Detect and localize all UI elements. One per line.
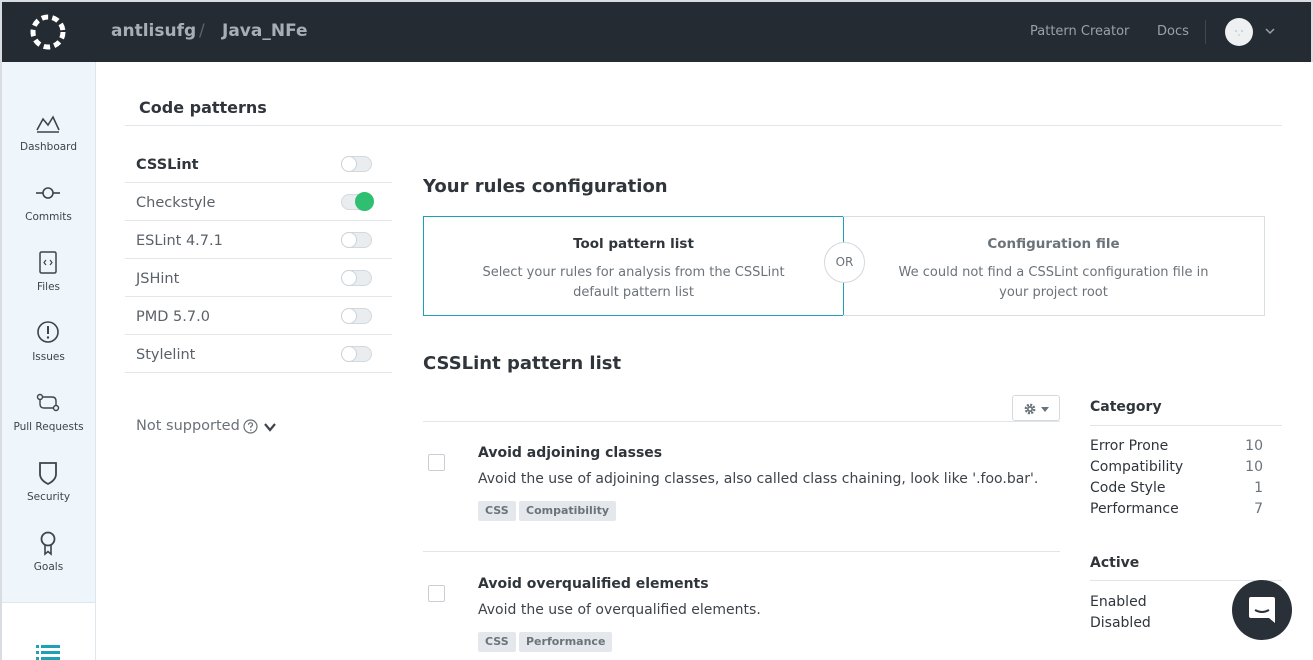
category-filter-code-style[interactable]: Code Style <box>1090 480 1165 496</box>
chevron-down-icon[interactable] <box>263 420 277 434</box>
sidebar-item-label: Goals <box>33 561 64 573</box>
pattern-checkbox[interactable] <box>428 585 445 602</box>
sidebar-item-label: Files <box>36 281 61 293</box>
category-count: 1 <box>1254 480 1263 496</box>
pattern-tag[interactable]: Performance <box>519 632 613 652</box>
avatar-face-icon <box>1235 30 1243 36</box>
top-bar: antlisufg / Java_NFe Pattern Creator Doc… <box>0 0 1313 62</box>
tool-toggle[interactable] <box>341 270 372 286</box>
or-badge: OR <box>824 242 865 283</box>
header-divider <box>1205 20 1206 44</box>
pattern-title: Avoid adjoining classes <box>478 445 663 461</box>
pattern-creator-link[interactable]: Pattern Creator <box>1030 24 1129 39</box>
divider <box>1090 425 1282 426</box>
sidebar-item-issues[interactable]: Issues <box>2 320 95 390</box>
sidebar-item-code-patterns[interactable] <box>2 602 95 660</box>
pattern-tag[interactable]: CSS <box>478 501 516 521</box>
breadcrumb-separator: / <box>199 21 205 41</box>
docs-link[interactable]: Docs <box>1157 24 1189 39</box>
gear-icon <box>1024 403 1036 415</box>
tool-name: Checkstyle <box>136 195 216 211</box>
option-title: Configuration file <box>987 236 1120 252</box>
category-count: 10 <box>1245 438 1263 454</box>
tool-item-checkstyle[interactable]: Checkstyle <box>125 183 392 221</box>
configuration-file-option[interactable]: Configuration file We could not find a C… <box>843 216 1265 316</box>
pattern-description: Avoid the use of adjoining classes, also… <box>478 471 1039 487</box>
active-filter-enabled[interactable]: Enabled <box>1090 594 1147 610</box>
tool-pattern-list-option[interactable]: Tool pattern list Select your rules for … <box>423 216 844 316</box>
alert-circle-icon <box>37 321 59 343</box>
tool-name: Stylelint <box>136 347 196 363</box>
tool-name: JSHint <box>136 271 180 287</box>
codacy-logo-icon[interactable] <box>28 12 68 52</box>
sidebar-item-label: Dashboard <box>20 141 77 153</box>
chart-icon <box>36 115 60 133</box>
active-filter-disabled[interactable]: Disabled <box>1090 615 1151 631</box>
sidebar-item-label: Security <box>26 491 71 503</box>
shield-icon <box>39 462 57 486</box>
tool-toggle[interactable] <box>341 346 372 362</box>
divider <box>125 125 1282 126</box>
commit-icon <box>36 187 60 199</box>
sidebar-item-label: Pull Requests <box>13 421 84 433</box>
category-filter-error-prone[interactable]: Error Prone <box>1090 438 1168 454</box>
settings-dropdown-button[interactable] <box>1012 395 1060 421</box>
sidebar-item-commits[interactable]: Commits <box>2 180 95 250</box>
sidebar-item-pull-requests[interactable]: Pull Requests <box>2 390 95 460</box>
chat-icon <box>1249 597 1275 623</box>
option-title: Tool pattern list <box>573 236 694 252</box>
category-heading: Category <box>1090 399 1162 415</box>
breadcrumb-repo[interactable]: Java_NFe <box>222 21 308 41</box>
option-description: Select your rules for analysis from the … <box>482 265 785 300</box>
option-description: We could not find a CSSLint configuratio… <box>898 265 1209 300</box>
help-icon[interactable] <box>243 419 258 434</box>
list-icon <box>36 645 60 660</box>
sidebar-item-security[interactable]: Security <box>2 460 95 530</box>
pattern-tag[interactable]: CSS <box>478 632 516 652</box>
goal-icon <box>40 531 56 556</box>
divider <box>423 421 1060 422</box>
tool-toggle[interactable] <box>341 156 372 172</box>
pattern-list-heading: CSSLint pattern list <box>423 353 622 374</box>
tool-name: PMD 5.7.0 <box>136 309 210 325</box>
tool-item-eslint[interactable]: ESLint 4.7.1 <box>125 221 392 259</box>
category-count: 10 <box>1245 459 1263 475</box>
tool-item-stylelint[interactable]: Stylelint <box>125 335 392 373</box>
sidebar-item-goals[interactable]: Goals <box>2 530 95 600</box>
not-supported-toggle[interactable]: Not supported <box>136 418 240 434</box>
file-code-icon <box>39 251 57 274</box>
category-count: 7 <box>1254 501 1263 517</box>
sidebar: Dashboard Commits Files Issues Pull Requ… <box>0 62 96 660</box>
tool-item-csslint[interactable]: CSSLint <box>125 145 392 183</box>
sidebar-item-dashboard[interactable]: Dashboard <box>2 110 95 180</box>
pattern-title: Avoid overqualified elements <box>478 576 709 592</box>
tool-item-pmd[interactable]: PMD 5.7.0 <box>125 297 392 335</box>
pattern-description: Avoid the use of overqualified elements. <box>478 602 761 618</box>
pattern-tag[interactable]: Compatibility <box>519 501 617 521</box>
tool-item-jshint[interactable]: JSHint <box>125 259 392 297</box>
rules-config-heading: Your rules configuration <box>423 176 668 197</box>
pattern-checkbox[interactable] <box>428 454 445 471</box>
page-title: Code patterns <box>139 98 267 117</box>
breadcrumb-org[interactable]: antlisufg <box>111 21 196 41</box>
caret-down-icon <box>1041 407 1049 412</box>
chevron-down-icon[interactable] <box>1264 25 1276 37</box>
divider <box>423 551 1060 552</box>
sidebar-item-label: Commits <box>25 211 72 223</box>
tool-toggle[interactable] <box>341 192 374 211</box>
avatar[interactable] <box>1225 18 1253 46</box>
category-filter-performance[interactable]: Performance <box>1090 501 1179 517</box>
pull-request-icon <box>36 393 60 412</box>
sidebar-item-files[interactable]: Files <box>2 250 95 320</box>
sidebar-item-label: Issues <box>32 351 65 363</box>
category-filter-compatibility[interactable]: Compatibility <box>1090 459 1183 475</box>
active-heading: Active <box>1090 555 1140 571</box>
tool-toggle[interactable] <box>341 308 372 324</box>
tool-toggle[interactable] <box>341 232 372 248</box>
chat-launcher-button[interactable] <box>1232 580 1292 640</box>
tool-name: ESLint 4.7.1 <box>136 233 223 249</box>
tool-name: CSSLint <box>136 157 199 173</box>
